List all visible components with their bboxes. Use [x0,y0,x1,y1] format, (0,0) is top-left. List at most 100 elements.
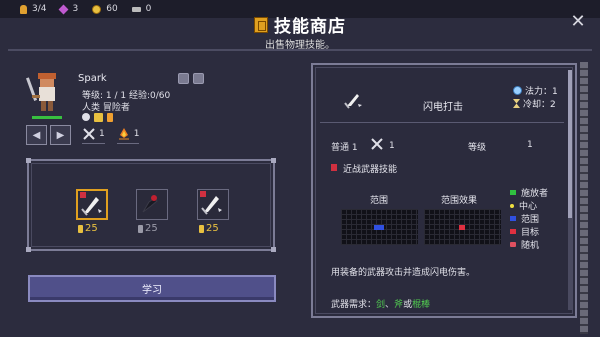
legend-label: 中心 [519,202,538,212]
frame-corner [26,158,31,163]
weapon-or: 或 [403,300,413,310]
gold-coin-icon [138,224,143,233]
male-icon [82,113,90,121]
camp-skill-points: 1 [116,127,140,144]
legend-label: 随机 [521,241,540,251]
lightning-strike-icon [344,94,362,109]
skill-cost-2: 25 [138,223,158,234]
skill-cost-value: 25 [145,223,158,234]
gold-coin-icon [78,224,83,233]
camp-points-value: 1 [133,129,140,139]
hp-bar [32,116,62,119]
cooldown: 冷却：2 [513,97,556,110]
target-mark [459,225,465,230]
mana-icon [513,86,522,95]
combat-points-value: 1 [99,129,105,139]
melee-weapon-skill-label: 近战武器技能 [343,165,398,175]
skill-points: 1 1 [82,127,140,144]
skill-cost-value: 25 [206,223,219,234]
character-portrait [26,73,56,111]
scrollbar-thumb[interactable] [568,70,572,218]
menu-icon[interactable] [193,73,204,84]
skill-list-frame: 25 25 25 [26,158,276,252]
crossed-swords-icon [83,128,95,140]
skill-cost-3: 25 [199,223,219,234]
frame-corner [271,158,276,163]
hourglass-icon [513,99,520,108]
normal-label: 普通 1 [331,143,358,153]
edit-icon[interactable] [178,73,189,84]
character-name: Spark [78,73,107,84]
legend-center: 中心 [510,200,548,212]
legend-swatch [510,216,516,221]
grid-legend: 施放者 中心 范围 目标 随机 [510,187,549,251]
shop-skill-slot-1[interactable] [76,189,108,220]
skill-cost-1: 25 [78,223,98,234]
legend-random: 随机 [510,239,548,251]
prev-character-button[interactable]: ◀ [26,125,47,145]
close-button[interactable]: ✕ [570,11,586,32]
dark-slash-icon [142,195,158,213]
weapon-sword: 剑 [376,300,386,310]
legend-target: 目标 [510,226,548,238]
mana-value: 法力：1 [525,87,558,97]
character-nav: ◀ ▶ [26,125,71,145]
arrow-right-icon: ▶ [56,129,65,141]
normal-value: 1 [389,141,395,151]
learn-button[interactable]: 学习 [28,275,276,302]
close-icon: ✕ [570,11,586,32]
melee-tag-icon [200,191,206,197]
shop-scroll-icon [254,16,268,33]
legend-label: 施放者 [521,189,549,199]
range-mark [374,225,384,230]
legend-swatch [510,190,516,195]
face-icon [94,113,103,122]
melee-tag-icon [331,164,337,171]
header-divider [8,49,592,51]
key-icon [131,6,141,12]
header: 技能商店 [0,12,600,37]
decorative-chain [580,62,588,334]
person-icon [107,113,113,122]
character-traits [82,113,113,122]
legend-label: 范围 [521,215,540,225]
weapon-separator: 、 [385,300,395,310]
frame-corner [271,247,276,252]
character-class: 人类 冒险者 [82,103,130,113]
gold-coin-icon [199,224,204,233]
legend-swatch [510,242,516,247]
skill-name: 闪电打击 [423,102,463,113]
character-actions [178,73,204,84]
level-label: 等级 [468,143,487,153]
frame-corner [26,247,31,252]
legend-caster: 施放者 [510,187,549,199]
weapon-axe: 斧 [394,300,404,310]
weapon-requirement: 武器需求：剑、斧或棍棒 [331,297,430,310]
shop-skill-slot-2[interactable] [136,189,168,220]
detail-scrollbar[interactable] [568,70,572,310]
melee-tag-icon [80,192,86,198]
legend-range: 范围 [510,213,548,225]
skill-description: 用装备的武器攻击并造成闪电伤害。 [331,268,476,278]
legend-label: 目标 [521,228,540,238]
legend-swatch [510,203,514,208]
cooldown-value: 冷却：2 [523,100,556,110]
next-character-button[interactable]: ▶ [50,125,71,145]
area-effect-grid [424,209,501,245]
weapon-req-label: 武器需求： [331,300,377,310]
skill-cost-value: 25 [85,223,98,234]
range-grid [341,209,418,245]
level-value: 1 [527,140,533,150]
weapon-club: 棍棒 [412,300,431,310]
mana-cost: 法力：1 [513,84,558,97]
shop-skill-slot-3[interactable] [197,189,229,220]
area-effect-label: 范围效果 [441,196,478,206]
arrow-left-icon: ◀ [32,129,41,141]
legend-swatch [510,229,516,234]
detail-divider [320,122,564,123]
combat-skill-points: 1 [82,127,105,144]
crossed-swords-icon [371,138,383,150]
range-label: 范围 [370,196,389,206]
page-title: 技能商店 [274,17,346,37]
campfire-icon [118,128,129,140]
